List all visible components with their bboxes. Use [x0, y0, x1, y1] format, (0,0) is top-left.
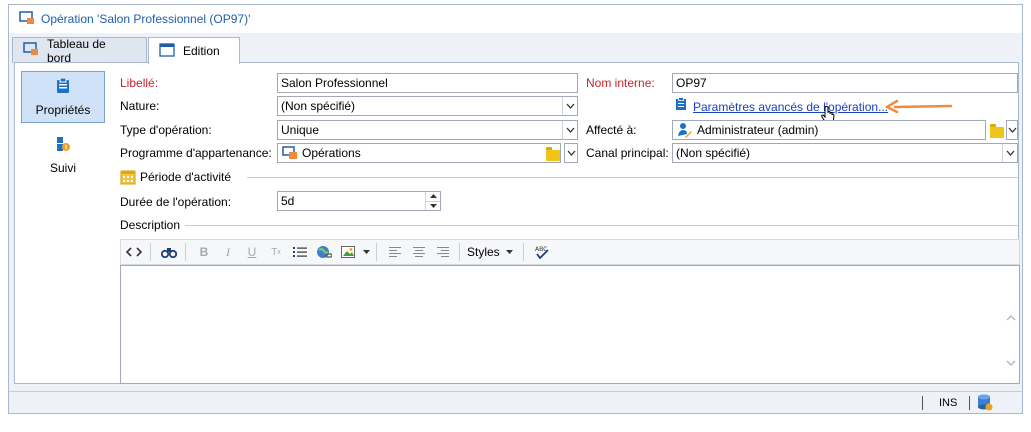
bullet-list-icon[interactable]: [289, 241, 311, 263]
scroll-down-icon[interactable]: [1006, 356, 1016, 370]
libelle-value: Salon Professionnel: [281, 76, 388, 90]
affecte-field[interactable]: Administrateur (admin): [672, 120, 986, 140]
spellcheck-icon[interactable]: ABC: [531, 241, 553, 263]
periode-activite-heading: Période d'activité: [140, 170, 232, 184]
libelle-label: Libellé:: [120, 76, 159, 90]
canal-principal-label: Canal principal:: [586, 146, 669, 160]
source-code-icon[interactable]: [123, 241, 145, 263]
tab-tableau-de-bord[interactable]: Tableau de bord: [12, 36, 147, 65]
edit-window-icon: [159, 42, 175, 60]
chevron-down-icon[interactable]: [562, 121, 577, 139]
divider: [969, 396, 970, 410]
editor-toolbar: B I U Tx Styles ABC: [120, 239, 1020, 265]
separator: [185, 243, 186, 261]
operations-folder-icon: [282, 146, 298, 160]
chevron-down-icon[interactable]: [1002, 144, 1017, 162]
duree-field[interactable]: 5d: [277, 191, 441, 211]
type-operation-value: Unique: [281, 123, 320, 137]
description-editor[interactable]: [120, 265, 1020, 384]
separator: [459, 243, 460, 261]
chevron-down-icon[interactable]: [562, 97, 577, 115]
separator: [150, 243, 151, 261]
advanced-settings-link[interactable]: Paramètres avancés de l'opération...: [693, 100, 888, 114]
divider: [922, 396, 923, 410]
folder-icon[interactable]: [546, 147, 560, 161]
tab-edition[interactable]: Edition: [148, 37, 240, 64]
title-bar: Opération 'Salon Professionnel (OP97)': [9, 5, 1022, 33]
editor-scrollbar[interactable]: [1003, 266, 1019, 383]
stepper-down-icon[interactable]: [426, 202, 440, 211]
link-globe-icon[interactable]: [313, 241, 335, 263]
affecte-label: Affecté à:: [586, 123, 637, 137]
italic-icon[interactable]: I: [217, 241, 239, 263]
divider: [185, 225, 1018, 226]
nom-interne-value: OP97: [676, 76, 707, 90]
stepper-up-icon[interactable]: [426, 192, 440, 202]
operation-window: Opération 'Salon Professionnel (OP97)' T…: [8, 4, 1023, 414]
folder-icon[interactable]: [990, 124, 1004, 138]
image-icon[interactable]: [337, 241, 359, 263]
canal-principal-value: (Non spécifié): [676, 146, 751, 160]
separator: [522, 243, 524, 261]
edition-panel: Propriétés Suivi Libellé: Salon Professi: [14, 62, 1020, 384]
duree-label: Durée de l'opération:: [120, 195, 232, 209]
programme-dropdown[interactable]: [564, 143, 578, 163]
align-center-icon[interactable]: [408, 241, 430, 263]
programme-field[interactable]: Opérations: [277, 143, 561, 163]
sidebar: Propriétés Suivi: [21, 71, 111, 187]
libelle-field[interactable]: Salon Professionnel: [277, 73, 578, 93]
image-dropdown-icon[interactable]: [361, 241, 371, 263]
align-left-icon[interactable]: [384, 241, 406, 263]
tab-strip: Tableau de bord Edition: [9, 33, 1022, 65]
orange-arrow-icon: [883, 99, 953, 117]
type-operation-label: Type d'opération:: [120, 123, 212, 137]
duree-value: 5d: [281, 194, 295, 208]
nom-interne-label: Nom interne:: [586, 76, 655, 90]
styles-dropdown[interactable]: Styles: [467, 245, 500, 259]
type-operation-select[interactable]: Unique: [277, 120, 578, 140]
status-bar: INS: [9, 391, 1022, 413]
sidebar-item-proprietes[interactable]: Propriétés: [21, 71, 105, 123]
calendar-icon: [120, 169, 136, 188]
clipboard-icon: [56, 77, 70, 97]
clipboard-icon: [675, 97, 687, 114]
sidebar-item-suivi[interactable]: Suivi: [21, 129, 105, 181]
scroll-up-icon[interactable]: [1006, 310, 1016, 324]
clear-format-icon[interactable]: Tx: [265, 241, 287, 263]
affecte-dropdown[interactable]: [1006, 120, 1018, 140]
canal-principal-select[interactable]: (Non spécifié): [672, 143, 1018, 163]
tab-label: Tableau de bord: [47, 36, 106, 65]
underline-icon[interactable]: U: [241, 241, 263, 263]
tracking-icon: [55, 136, 71, 155]
description-label: Description: [120, 218, 181, 232]
programme-value: Opérations: [302, 146, 361, 160]
nature-select[interactable]: (Non spécifié): [277, 96, 578, 116]
binoculars-icon[interactable]: [158, 241, 180, 263]
separator: [376, 243, 377, 261]
sidebar-item-label: Propriétés: [35, 102, 91, 117]
styles-dropdown-icon[interactable]: [502, 241, 518, 263]
window-title: Opération 'Salon Professionnel (OP97)': [41, 12, 251, 26]
sidebar-item-label: Suivi: [49, 160, 76, 175]
bold-icon[interactable]: B: [193, 241, 215, 263]
affecte-value: Administrateur (admin): [697, 123, 819, 137]
programme-label: Programme d'appartenance:: [120, 146, 272, 160]
database-icon: [977, 394, 993, 415]
nom-interne-field[interactable]: OP97: [672, 73, 1018, 93]
duree-stepper[interactable]: [425, 192, 440, 210]
divider: [247, 177, 1018, 178]
insert-mode-indicator: INS: [939, 397, 958, 409]
nature-value: (Non spécifié): [281, 99, 356, 113]
user-icon: [677, 122, 693, 138]
dashboard-icon: [23, 42, 39, 59]
operation-icon: [19, 10, 35, 28]
nature-label: Nature:: [120, 99, 160, 113]
tab-label: Edition: [183, 44, 220, 58]
align-right-icon[interactable]: [432, 241, 454, 263]
